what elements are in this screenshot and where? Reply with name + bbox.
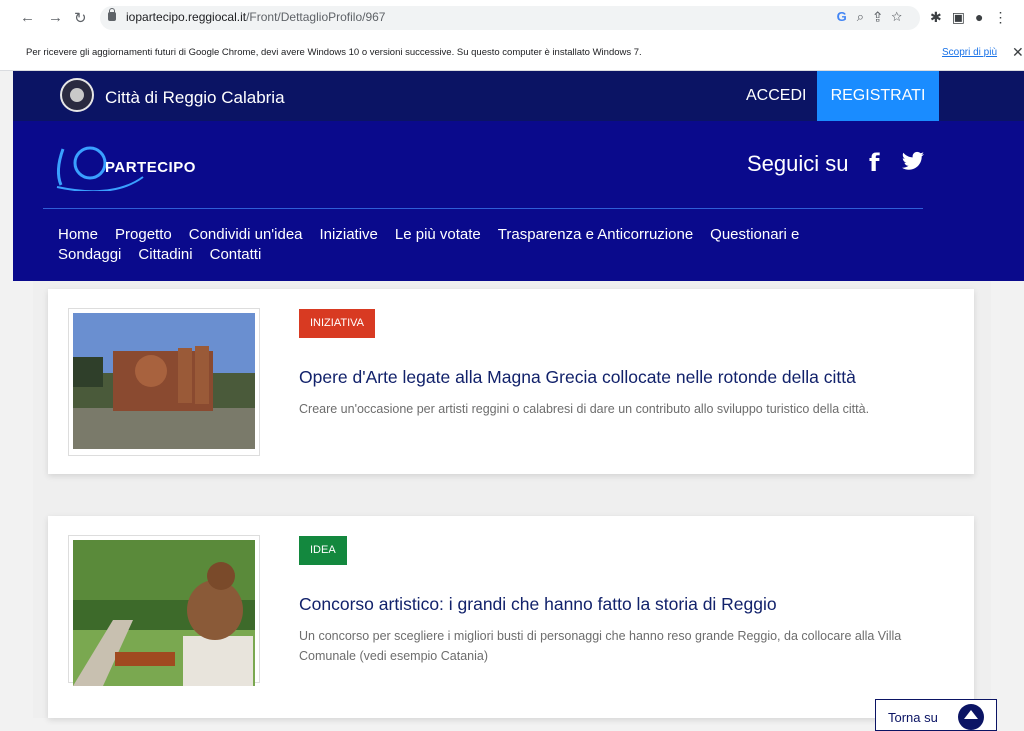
menu-item-piu-votate[interactable]: Le più votate xyxy=(395,226,481,243)
menu-item-condividi[interactable]: Condividi un'idea xyxy=(189,226,303,243)
menu-item-home[interactable]: Home xyxy=(58,226,98,243)
card-title-link[interactable]: Opere d'Arte legate alla Magna Grecia co… xyxy=(299,367,856,388)
card-image[interactable] xyxy=(68,308,260,456)
menu-item-iniziative[interactable]: Iniziative xyxy=(320,226,378,243)
zoom-icon[interactable]: ⌕ xyxy=(857,9,874,24)
extensions-icon[interactable]: ✱ xyxy=(930,9,952,25)
card-description: Un concorso per scegliere i migliori bus… xyxy=(299,629,902,663)
forward-icon[interactable]: → xyxy=(48,9,63,26)
menu-item-progetto[interactable]: Progetto xyxy=(115,226,172,243)
menu-item-trasparenza[interactable]: Trasparenza e Anticorruzione xyxy=(498,226,693,243)
menu-item-cittadini[interactable]: Cittadini xyxy=(138,246,192,263)
sidepanel-icon[interactable]: ▣ xyxy=(952,9,975,25)
card-description: Creare un'occasione per artisti reggini … xyxy=(299,402,870,416)
url-text[interactable]: iopartecipo.reggiocal.it/Front/Dettaglio… xyxy=(126,10,385,24)
lock-icon[interactable] xyxy=(108,8,116,21)
card-title-link[interactable]: Concorso artistico: i grandi che hanno f… xyxy=(299,594,777,615)
card-image[interactable] xyxy=(68,535,260,686)
city-name-link[interactable]: Città di Reggio Calabria xyxy=(105,88,285,108)
menu-icon[interactable]: ⋮ xyxy=(993,9,1017,25)
city-emblem-icon[interactable] xyxy=(60,78,94,112)
login-button[interactable]: ACCEDI xyxy=(746,87,806,105)
share-icon[interactable]: ⇪ xyxy=(874,9,891,24)
toolbar-icons: ✱▣●⋮ xyxy=(930,9,1017,26)
menu-item-contatti[interactable]: Contatti xyxy=(210,246,262,263)
reload-icon[interactable]: ↻ xyxy=(74,9,87,27)
close-icon[interactable]: ✕ xyxy=(1012,44,1024,61)
list-item[interactable]: IDEA Concorso artistico: i grandi che ha… xyxy=(48,516,974,718)
update-infobar: Per ricevere gli aggiornamenti futuri di… xyxy=(0,36,1024,71)
site-topbar: Città di Reggio Calabria ACCEDI REGISTRA… xyxy=(13,71,1024,121)
facebook-icon[interactable]: f xyxy=(869,149,879,177)
main-menu: Home Progetto Condividi un'idea Iniziative L… xyxy=(58,225,878,265)
omnibox-icons[interactable]: G⌕⇪☆ xyxy=(837,9,912,25)
register-button[interactable]: REGISTRATI xyxy=(817,71,939,121)
follow-label: Seguici su xyxy=(747,151,849,176)
status-badge: INIZIATIVA xyxy=(299,309,375,338)
back-icon[interactable]: ← xyxy=(20,9,35,26)
status-badge: IDEA xyxy=(299,536,347,565)
star-icon[interactable]: ☆ xyxy=(891,9,912,24)
profile-icon[interactable]: ● xyxy=(975,9,993,25)
address-bar[interactable]: iopartecipo.reggiocal.it/Front/Dettaglio… xyxy=(100,6,920,30)
twitter-icon[interactable] xyxy=(901,151,925,173)
infobar-text: Per ricevere gli aggiornamenti futuri di… xyxy=(26,47,642,58)
brand-text: PARTECIPO xyxy=(105,159,196,176)
arrow-up-icon xyxy=(958,704,984,730)
back-to-top-button[interactable]: Torna su xyxy=(875,699,997,731)
infobar-learn-more-link[interactable]: Scopri di più xyxy=(942,47,997,58)
google-icon[interactable]: G xyxy=(837,9,857,24)
brand-header: PARTECIPO Seguici su f Home Progetto Condi… xyxy=(13,121,1024,281)
browser-toolbar: ← → ↻ iopartecipo.reggiocal.it/Front/Det… xyxy=(0,0,1024,37)
list-item[interactable]: INIZIATIVA Opere d'Arte legate alla Magn… xyxy=(48,289,974,474)
header-divider xyxy=(43,208,923,209)
